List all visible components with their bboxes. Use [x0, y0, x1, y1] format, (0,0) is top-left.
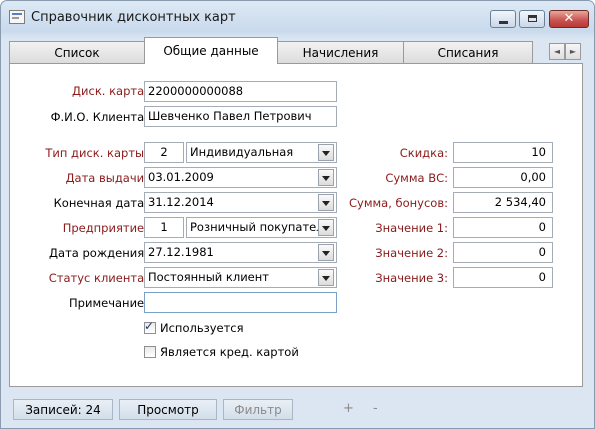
note-field[interactable] — [144, 292, 337, 313]
card-type-select[interactable]: Индивидуальная — [186, 142, 337, 163]
value3-field[interactable]: 0 — [453, 267, 553, 288]
card-type-value: Индивидуальная — [190, 145, 294, 159]
card-type-dropdown-icon[interactable] — [318, 144, 334, 161]
close-button[interactable]: ✕ — [549, 10, 589, 28]
client-status-label: Статус клиента: — [48, 271, 148, 285]
value2-field[interactable]: 0 — [453, 242, 553, 263]
issue-date-dropdown-icon[interactable] — [318, 169, 334, 186]
note-label: Примечание: — [69, 296, 148, 310]
credit-card-checkbox[interactable] — [144, 346, 156, 358]
tab-list[interactable]: Список — [9, 41, 145, 63]
general-data-panel: Диск. карта: 2200000000088 Ф.И.О. Клиент… — [9, 63, 583, 387]
company-code-field[interactable]: 1 — [144, 217, 184, 238]
end-date-dropdown-icon[interactable] — [318, 194, 334, 211]
bonus-sum-field[interactable]: 2 534,40 — [453, 192, 553, 213]
maximize-button[interactable] — [519, 10, 545, 28]
tab-scroll-left-icon[interactable]: ◄ — [549, 43, 565, 60]
add-record-icon[interactable]: + — [343, 401, 354, 416]
client-name-label: Ф.И.О. Клиента: — [50, 110, 148, 124]
close-icon: ✕ — [563, 11, 575, 26]
maximize-icon — [528, 15, 537, 22]
birth-date-label: Дата рождения: — [49, 246, 148, 260]
sum-vs-label: Сумма ВС: — [385, 171, 448, 185]
window-title: Справочник дисконтных карт — [31, 10, 236, 25]
value1-label: Значение 1: — [375, 221, 448, 235]
value2-label: Значение 2: — [375, 246, 448, 260]
checkmark-icon: ✓ — [144, 319, 155, 333]
remove-record-icon[interactable]: - — [373, 401, 378, 416]
minimize-icon — [499, 21, 508, 24]
credit-card-label[interactable]: Является кред. картой — [160, 345, 299, 359]
company-label: Предприятие: — [62, 221, 148, 235]
card-type-code-field[interactable]: 2 — [144, 142, 184, 163]
discount-label: Скидка: — [399, 146, 448, 160]
status-bar: Записей: 24 Просмотр Фильтр + - — [1, 393, 594, 428]
issue-date-value: 03.01.2009 — [148, 170, 214, 184]
minimize-button[interactable] — [490, 10, 516, 28]
birth-date-value: 27.12.1981 — [148, 245, 214, 259]
bonus-sum-label: Сумма, бонусов: — [348, 196, 448, 210]
app-icon — [9, 10, 25, 24]
client-status-value: Постоянный клиент — [148, 270, 269, 284]
view-button[interactable]: Просмотр — [119, 399, 217, 420]
value3-label: Значение 3: — [375, 271, 448, 285]
used-label[interactable]: Используется — [160, 321, 244, 335]
end-date-field[interactable]: 31.12.2014 — [144, 192, 337, 213]
tab-bar: Список Общие данные Начисления Списания … — [9, 37, 587, 64]
end-date-value: 31.12.2014 — [148, 195, 214, 209]
birth-date-field[interactable]: 27.12.1981 — [144, 242, 337, 263]
sum-vs-field[interactable]: 0,00 — [453, 167, 553, 188]
used-checkbox[interactable]: ✓ — [144, 319, 156, 334]
discount-field[interactable]: 10 — [453, 142, 553, 163]
company-value: Розничный покупатель — [190, 220, 331, 234]
tab-writeoffs[interactable]: Списания — [403, 41, 533, 63]
records-count: Записей: 24 — [13, 399, 113, 420]
client-name-field[interactable]: Шевченко Павел Петрович — [144, 106, 337, 127]
company-select[interactable]: Розничный покупатель — [186, 217, 337, 238]
issue-date-label: Дата выдачи: — [65, 171, 148, 185]
end-date-label: Конечная дата: — [53, 196, 148, 210]
birth-date-dropdown-icon[interactable] — [318, 244, 334, 261]
client-status-dropdown-icon[interactable] — [318, 269, 334, 286]
client-status-select[interactable]: Постоянный клиент — [144, 267, 337, 288]
company-dropdown-icon[interactable] — [318, 219, 334, 236]
tab-accruals[interactable]: Начисления — [277, 41, 404, 63]
card-number-field[interactable]: 2200000000088 — [144, 81, 337, 102]
card-type-label: Тип диск. карты: — [45, 146, 148, 160]
card-label: Диск. карта: — [72, 84, 148, 98]
value1-field[interactable]: 0 — [453, 217, 553, 238]
filter-button[interactable]: Фильтр — [223, 399, 293, 420]
issue-date-field[interactable]: 03.01.2009 — [144, 167, 337, 188]
tab-general[interactable]: Общие данные — [144, 37, 278, 64]
title-bar[interactable]: Справочник дисконтных карт ✕ — [1, 1, 594, 37]
main-window: Справочник дисконтных карт ✕ Список Общи… — [0, 0, 595, 429]
tab-scroll-right-icon[interactable]: ► — [565, 43, 581, 60]
